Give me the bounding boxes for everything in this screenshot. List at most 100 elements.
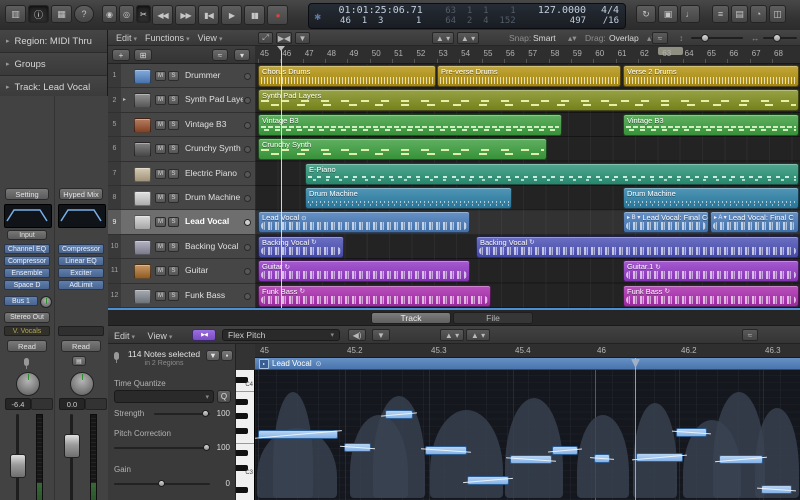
plugin-slot-compressor[interactable]: Compressor (4, 256, 50, 266)
functions-menu[interactable]: Functions (145, 33, 190, 43)
bar-ruler[interactable]: 4546474849505152535455565758596061626364… (255, 46, 800, 64)
black-key[interactable] (236, 487, 248, 493)
flex-toggle-button[interactable]: ▶◀ (192, 329, 216, 341)
pause-button[interactable]: ▮▮ (244, 5, 265, 25)
track-header-row-funk-bass[interactable]: 12MSFunk Bass (108, 284, 255, 308)
region-backing-vocal[interactable]: Backing Vocal↻ (476, 236, 799, 258)
record-enable-icon[interactable] (244, 219, 251, 226)
toolbar-icon[interactable]: ▦ (51, 5, 72, 23)
apple-loops-icon[interactable]: ◔ (750, 5, 767, 23)
catch-playhead-icon[interactable]: ⤢ (258, 32, 273, 44)
track-filter-icon[interactable]: ▼ (295, 32, 310, 44)
region-verse-2-drums[interactable]: Verse 2 Drums (623, 65, 799, 87)
playhead-handle[interactable] (277, 46, 285, 51)
note-filter-icon[interactable]: ▼ (372, 329, 390, 341)
solo-button[interactable]: S (168, 144, 179, 154)
solo-button[interactable]: S (168, 169, 179, 179)
mute-button[interactable]: M (155, 120, 166, 130)
lcd-time-position[interactable]: 01:01:25:06.71 46 1 3 1 (326, 6, 435, 26)
flex-pitch-note[interactable] (676, 428, 707, 437)
drummer-editor-icon[interactable]: ◉ (102, 5, 117, 23)
eq-thumbnail[interactable] (4, 204, 52, 228)
view-menu[interactable]: View (198, 33, 223, 43)
flex-pitch-canvas[interactable] (255, 370, 800, 500)
snap-arrows-icon[interactable]: ▴▾ (568, 33, 577, 44)
quick-help-icon[interactable]: ? (74, 5, 94, 23)
pan-knob-right[interactable] (70, 372, 94, 396)
plugin-slot-compressor[interactable]: Compressor (58, 244, 104, 254)
track-header-row-synth-pad-layers[interactable]: 2▸MSSynth Pad Layers (108, 88, 255, 112)
solo-button[interactable]: S (168, 95, 179, 105)
edit-menu[interactable]: Edit (116, 33, 137, 43)
empty-slot-right[interactable] (58, 326, 104, 336)
black-key[interactable] (236, 399, 248, 405)
record-enable-icon[interactable] (244, 171, 251, 178)
track-header-row-guitar[interactable]: 11MSGuitar (108, 259, 255, 283)
region-lead-vocal[interactable]: Lead Vocal⊙ (258, 211, 470, 233)
black-key[interactable] (236, 450, 248, 456)
pointer-tool-select[interactable]: ▲ ▾ (432, 32, 454, 44)
disclosure-icon[interactable]: ▸ (123, 96, 126, 103)
region-chorus-drums[interactable]: Chorus Drums (258, 65, 436, 87)
region-vintage-b3[interactable]: Vintage B3 (258, 114, 562, 136)
flex-view-icon[interactable]: ▶◀ (276, 32, 292, 44)
send-knob[interactable] (40, 296, 52, 308)
smart-controls-icon[interactable]: ◎ (119, 5, 134, 23)
plugin-slot-adlimit[interactable]: AdLimit (58, 280, 104, 290)
forward-button[interactable]: ▶▶ (175, 5, 196, 25)
eq-thumbnail-right[interactable] (58, 204, 106, 228)
lcd-signature[interactable]: 4/4 /16 (586, 6, 625, 26)
editor-pointer-tool[interactable]: ▲ ▾ (440, 329, 464, 341)
region-vintage-b3[interactable]: Vintage B3 (623, 114, 799, 136)
lcd-tempo[interactable]: 127.0000 497 (526, 6, 586, 26)
region-guitar[interactable]: Guitar↻ (258, 260, 470, 282)
mute-button[interactable]: M (155, 242, 166, 252)
plugin-slot-channel-eq[interactable]: Channel EQ (4, 244, 50, 254)
flex-pitch-note[interactable] (552, 446, 578, 455)
plugin-slot-space-d[interactable]: Space D (4, 280, 50, 290)
record-button[interactable]: ● (267, 5, 288, 25)
volume-value-left[interactable]: -6.4 (5, 398, 31, 410)
stop-button[interactable]: ▮◀ (198, 5, 219, 25)
flex-pitch-note[interactable] (258, 430, 338, 439)
region-crunchy-synth[interactable]: Crunchy Synth (258, 138, 547, 160)
vertical-zoom-slider[interactable] (691, 37, 743, 39)
flex-pitch-note[interactable] (761, 485, 792, 494)
time-quantize-select[interactable] (114, 390, 214, 403)
pan-knob-left[interactable] (16, 372, 40, 396)
solo-button[interactable]: S (168, 217, 179, 227)
playhead[interactable] (281, 46, 282, 308)
editor-view-menu[interactable]: View (147, 331, 172, 341)
browsers-icon[interactable]: ◫ (769, 5, 786, 23)
mute-button[interactable]: M (155, 144, 166, 154)
automation-mode-right[interactable]: Read (61, 340, 101, 352)
black-key[interactable] (236, 413, 248, 419)
region-lead-vocal-final-c[interactable]: ▸ A ▾Lead Vocal: Final C (710, 211, 799, 233)
solo-button[interactable]: S (168, 291, 179, 301)
list-editors-icon[interactable]: ≡ (712, 5, 729, 23)
automation-mode-left[interactable]: Read (7, 340, 47, 352)
record-enable-icon[interactable] (244, 73, 251, 80)
rewind-button[interactable]: ◀◀ (152, 5, 173, 25)
mute-button[interactable]: M (155, 169, 166, 179)
tab-track[interactable]: Track (371, 312, 451, 324)
plugin-slot-exciter[interactable]: Exciter (58, 268, 104, 278)
mute-button[interactable]: M (155, 217, 166, 227)
piano-keyboard[interactable]: C4C3 (236, 370, 255, 500)
quantize-apply-button[interactable]: Q (217, 390, 231, 403)
tuner-icon[interactable]: ♩ (680, 5, 700, 23)
mute-button[interactable]: M (155, 71, 166, 81)
track-header-row-drummer[interactable]: 1MSDrummer (108, 64, 255, 88)
flex-mode-select[interactable]: Flex Pitch (222, 329, 340, 341)
track-header-row-drum-machine-icon[interactable]: 8MSDrum Machine (108, 186, 255, 210)
solo-button[interactable]: S (168, 120, 179, 130)
tools-icon[interactable]: ✂ (136, 5, 151, 23)
region-drum-machine[interactable]: Drum Machine (305, 187, 512, 209)
catch-button[interactable]: ▼ (206, 350, 220, 361)
snap-select[interactable]: Smart (533, 33, 556, 43)
drag-select[interactable]: Overlap (609, 33, 639, 43)
black-key[interactable] (236, 428, 248, 434)
region-inspector-header[interactable]: ▸ Region: MIDI Thru (0, 30, 107, 53)
output-slot[interactable]: Stereo Out (4, 312, 50, 323)
record-enable-icon[interactable] (244, 122, 251, 129)
